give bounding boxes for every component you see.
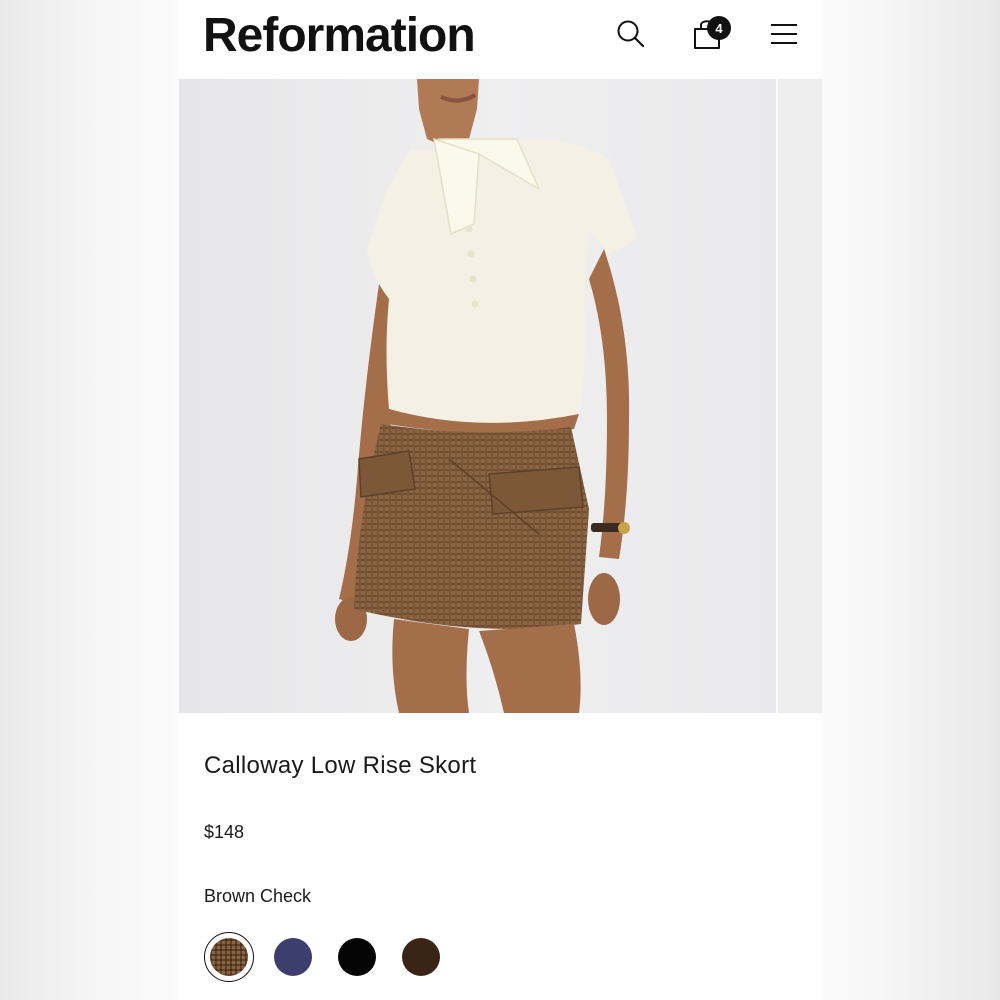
search-button[interactable] [613,16,649,52]
product-image-gallery[interactable] [179,79,822,713]
color-swatch[interactable] [338,938,376,976]
brand-logo[interactable]: Reformation [203,8,476,64]
menu-button[interactable] [766,16,802,52]
cart-count-badge: 4 [707,16,731,40]
product-price: $148 [204,822,245,842]
color-swatch[interactable] [204,932,254,982]
hamburger-menu-icon [771,24,797,44]
search-icon [617,20,645,48]
swatch-fill [210,938,248,976]
site-header: Reformation 4 [179,0,822,79]
color-swatch[interactable] [402,938,440,976]
product-photo [179,79,822,713]
next-image-peek[interactable] [776,79,822,713]
product-title: Calloway Low Rise Skort [204,752,477,779]
product-page: Reformation 4 Calloway Low Rise Skort $1… [179,0,822,1000]
selected-color-label: Brown Check [204,886,312,906]
color-swatch[interactable] [274,938,312,976]
